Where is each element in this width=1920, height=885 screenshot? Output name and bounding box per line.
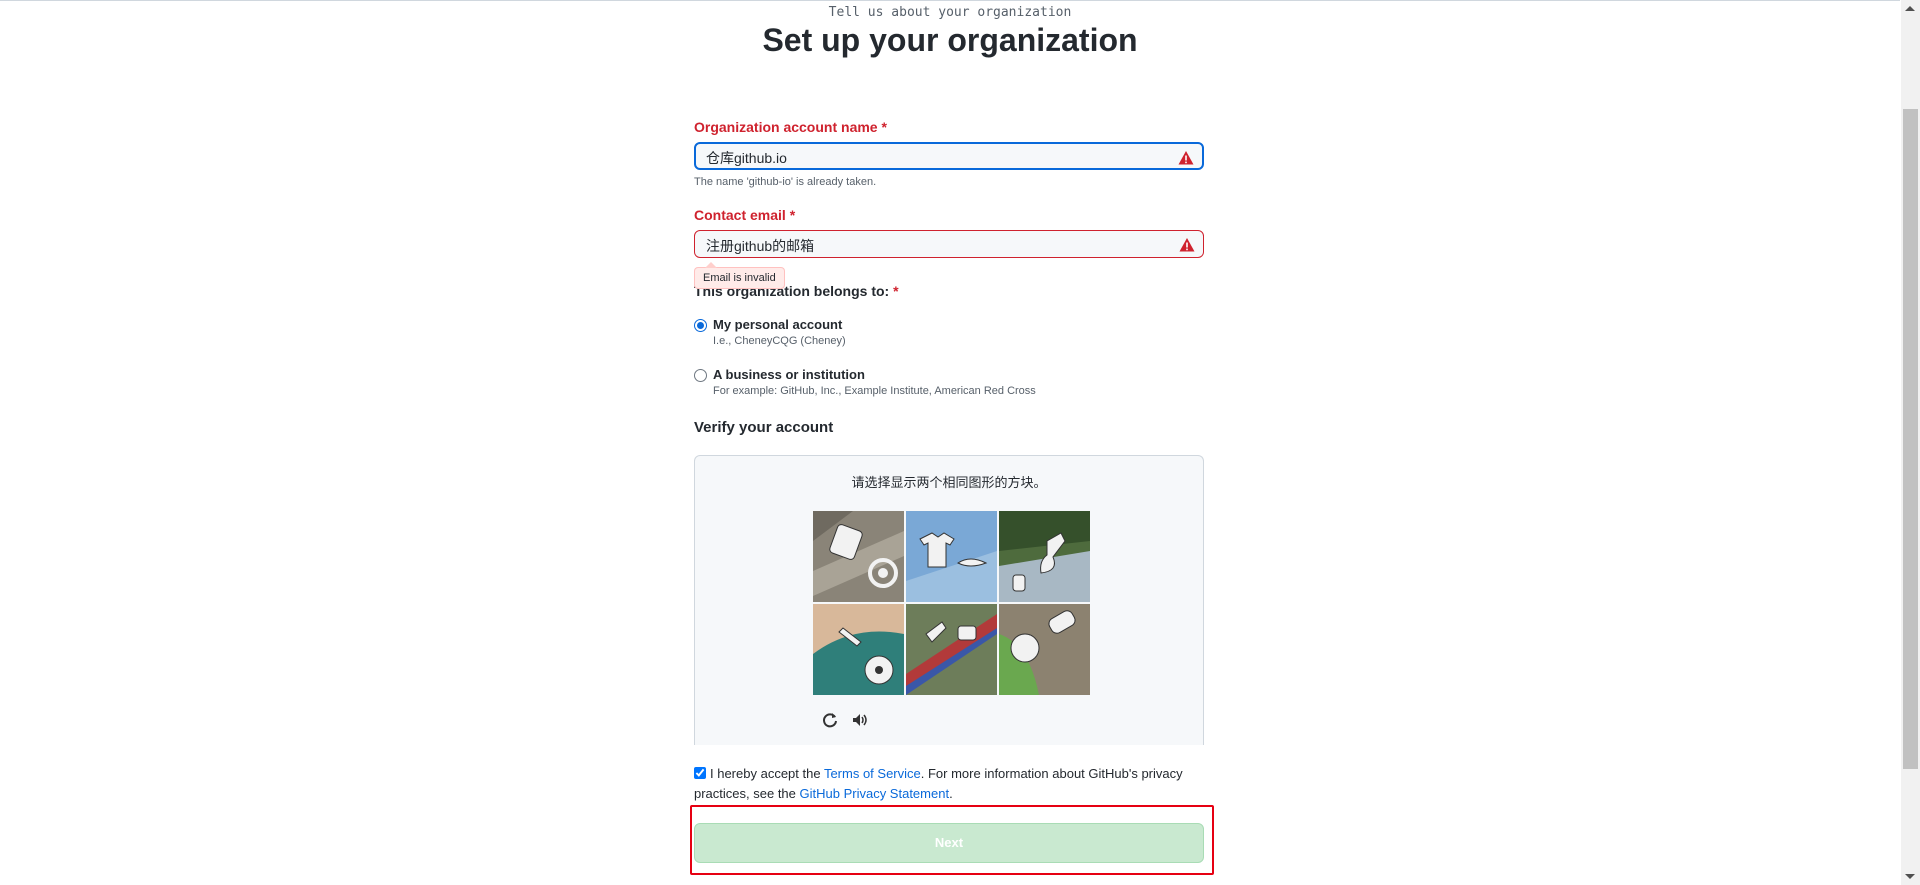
contact-email-label-text: Contact email [694,207,786,223]
org-name-hint: The name 'github-io' is already taken. [694,176,877,188]
captcha-tile-2[interactable] [906,511,997,602]
required-mark: * [881,119,887,135]
captcha-tile-1[interactable] [813,511,904,602]
radio-personal-note: I.e., CheneyCQG (Cheney) [713,335,846,347]
alert-icon [1179,238,1195,252]
privacy-statement-link[interactable]: GitHub Privacy Statement [800,786,950,801]
email-error-tooltip: Email is invalid [694,262,785,289]
org-name-label: Organization account name * [694,119,887,135]
captcha-tile-3[interactable] [999,511,1090,602]
captcha-tile-4[interactable] [813,604,904,695]
captcha-grid [813,511,1090,696]
captcha-panel: 请选择显示两个相同图形的方块。 [694,455,1204,745]
scroll-down-arrow-icon[interactable] [1905,874,1915,879]
terms-text-before: I hereby accept the [710,766,824,781]
captcha-prompt: 请选择显示两个相同图形的方块。 [851,475,1047,490]
radio-business-note: For example: GitHub, Inc., Example Insti… [713,385,1036,397]
contact-email-input[interactable]: 注册github的邮箱 [694,230,1204,258]
terms-of-service-link[interactable]: Terms of Service [824,766,921,781]
speaker-icon[interactable] [851,711,869,729]
required-mark: * [789,207,796,223]
org-name-input[interactable]: 仓库github.io [694,142,1204,170]
radio-personal-label: My personal account [713,317,843,332]
verify-title: Verify your account [694,419,834,436]
contact-email-value: 注册github的邮箱 [706,238,815,254]
radio-button-selected[interactable] [694,319,707,332]
captcha-tile-5[interactable] [906,604,997,695]
radio-button[interactable] [694,369,707,382]
scroll-up-arrow-icon[interactable] [1905,6,1915,11]
contact-email-label: Contact email * [694,207,795,223]
radio-business-label: A business or institution [713,367,865,382]
terms-checkbox[interactable] [694,767,706,779]
page-title: Set up your organization [762,22,1138,58]
refresh-icon[interactable] [821,711,839,729]
org-name-value: 仓库github.io [706,150,787,166]
page-subtitle: Tell us about your organization [828,5,1072,20]
top-border [0,0,1900,1]
terms-text-after: . [949,786,953,801]
required-mark: * [893,283,899,299]
alert-icon [1178,151,1194,165]
captcha-tile-6[interactable] [999,604,1090,695]
scroll-thumb[interactable] [1903,109,1918,769]
org-name-label-text: Organization account name [694,119,878,135]
vertical-scrollbar[interactable] [1901,0,1920,885]
terms-agreement: I hereby accept the Terms of Service. Fo… [694,764,1204,804]
next-button[interactable]: Next [694,823,1204,863]
